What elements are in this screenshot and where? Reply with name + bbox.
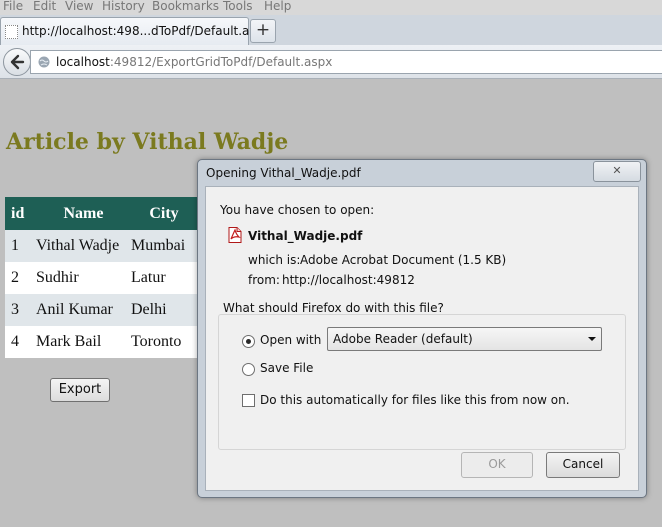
menu-file[interactable]: File: [3, 0, 23, 13]
save-file-label[interactable]: Save File: [260, 361, 313, 375]
back-button[interactable]: [3, 48, 31, 76]
header-id: id: [5, 197, 35, 230]
cell-name: Mark Bail: [35, 326, 131, 358]
table-row: 3 Anil Kumar Delhi: [5, 294, 197, 326]
application-value: Adobe Reader (default): [333, 332, 473, 346]
page-icon: [5, 25, 18, 39]
menu-edit[interactable]: Edit: [33, 0, 56, 13]
open-with-radio[interactable]: [242, 335, 255, 348]
cell-city: Delhi: [131, 294, 197, 326]
from-label: from:: [248, 273, 280, 287]
auto-checkbox[interactable]: [242, 394, 255, 407]
open-file-dialog: Opening Vithal_Wadje.pdf ✕ You have chos…: [197, 159, 647, 498]
file-name: Vithal_Wadje.pdf: [248, 229, 363, 243]
url-text: localhost:49812/ExportGridToPdf/Default.…: [56, 55, 333, 69]
export-button[interactable]: Export: [50, 378, 110, 402]
back-arrow-icon: [10, 54, 25, 70]
which-is-label: which is:: [248, 253, 301, 267]
cell-city: Latur: [131, 262, 197, 294]
chosen-text: You have chosen to open:: [220, 203, 375, 217]
action-question: What should Firefox do with this file?: [223, 301, 447, 315]
file-source: http://localhost:49812: [282, 273, 415, 287]
cell-city: Mumbai: [131, 230, 197, 262]
dialog-title: Opening Vithal_Wadje.pdf: [206, 166, 361, 180]
cell-name: Vithal Wadje: [35, 230, 131, 262]
header-city: City: [131, 197, 197, 230]
header-name: Name: [35, 197, 131, 230]
table-row: 1 Vithal Wadje Mumbai: [5, 230, 197, 262]
close-icon: ✕: [612, 164, 622, 177]
menu-history[interactable]: History: [102, 0, 145, 13]
globe-icon: [38, 56, 50, 68]
open-with-label[interactable]: Open with: [260, 333, 321, 347]
cell-id: 1: [5, 230, 35, 262]
chevron-down-icon: [588, 337, 596, 341]
navigation-bar: localhost:49812/ExportGridToPdf/Default.…: [0, 45, 662, 79]
grid-header-row: id Name City: [5, 197, 197, 230]
close-button[interactable]: ✕: [593, 161, 641, 182]
save-file-radio[interactable]: [242, 363, 255, 376]
ok-button[interactable]: OK: [461, 452, 533, 478]
menu-bookmarks[interactable]: Bookmarks: [152, 0, 219, 13]
dialog-body: You have chosen to open: Vithal_Wadje.pd…: [205, 186, 639, 491]
page-title: Article by Vithal Wadje: [6, 129, 289, 155]
cell-id: 4: [5, 326, 35, 358]
cell-name: Anil Kumar: [35, 294, 131, 326]
application-select[interactable]: Adobe Reader (default): [327, 327, 602, 351]
new-tab-button[interactable]: +: [250, 19, 276, 43]
table-row: 4 Mark Bail Toronto: [5, 326, 197, 358]
cell-name: Sudhir: [35, 262, 131, 294]
table-row: 2 Sudhir Latur: [5, 262, 197, 294]
cell-id: 3: [5, 294, 35, 326]
menu-bar: File Edit View History Bookmarks Tools H…: [0, 0, 662, 15]
file-type: Adobe Acrobat Document (1.5 KB): [300, 253, 507, 267]
menu-help[interactable]: Help: [264, 0, 291, 13]
tab-default-aspx[interactable]: http://localhost:498...dToPdf/Default.as…: [0, 17, 270, 45]
tab-title: http://localhost:498...dToPdf/Default.as…: [22, 24, 271, 38]
tab-strip: http://localhost:498...dToPdf/Default.as…: [0, 15, 662, 45]
data-grid: id Name City 1 Vithal Wadje Mumbai 2 Sud…: [5, 197, 197, 358]
cell-city: Toronto: [131, 326, 197, 358]
auto-label[interactable]: Do this automatically for files like thi…: [260, 393, 570, 407]
menu-tools[interactable]: Tools: [223, 0, 253, 13]
cancel-button[interactable]: Cancel: [546, 452, 620, 478]
cell-id: 2: [5, 262, 35, 294]
menu-view[interactable]: View: [65, 0, 93, 13]
address-bar[interactable]: localhost:49812/ExportGridToPdf/Default.…: [30, 50, 662, 74]
pdf-file-icon: [228, 227, 242, 243]
